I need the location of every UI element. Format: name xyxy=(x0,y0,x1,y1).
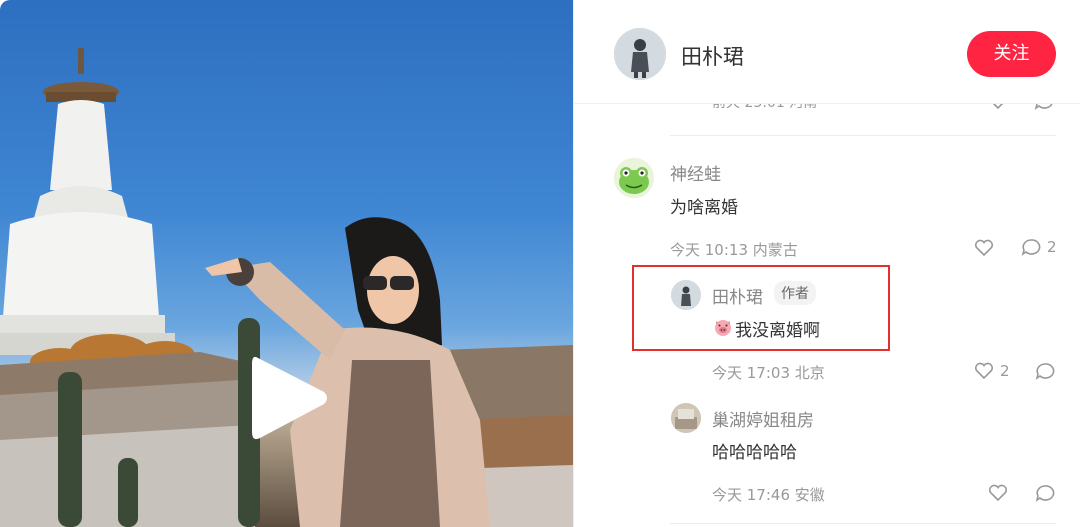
reply-like-button[interactable]: 2 xyxy=(974,362,1010,380)
comment-panel: 田朴珺 关注 前天 23:01 河南 神经蛙 为啥离婚 今天 10:13 内蒙古 xyxy=(573,0,1080,527)
author-avatar-image xyxy=(614,28,666,80)
reply-meta: 今天 17:46 安徽 xyxy=(712,486,825,504)
comment-meta: 今天 10:13 内蒙古 xyxy=(670,241,798,259)
frog-avatar-image xyxy=(614,158,654,198)
play-icon xyxy=(252,356,327,440)
like-count: 2 xyxy=(1000,362,1010,380)
author-header: 田朴珺 关注 xyxy=(574,0,1080,104)
reply-reply-button[interactable] xyxy=(1035,362,1055,380)
comment-bubble-icon xyxy=(1035,485,1055,502)
comment-avatar[interactable] xyxy=(614,158,654,198)
comment-text: 为啥离婚 xyxy=(670,198,738,218)
comment-divider xyxy=(670,135,1056,136)
reply-text: 哈哈哈哈哈 xyxy=(712,443,797,463)
comment-like-button[interactable] xyxy=(974,239,994,257)
video-cover[interactable] xyxy=(0,0,573,527)
heart-outline-icon xyxy=(974,362,994,380)
comment-username[interactable]: 神经蛙 xyxy=(670,160,721,185)
reply-reply-button[interactable] xyxy=(1035,484,1055,502)
reply-username[interactable]: 巢湖婷姐租房 xyxy=(712,406,814,431)
author-avatar[interactable] xyxy=(614,28,666,80)
cover-illustration xyxy=(0,48,573,527)
reply-like-button[interactable] xyxy=(988,484,1008,502)
reply-meta: 今天 17:03 北京 xyxy=(712,364,825,382)
reply-count: 2 xyxy=(1047,238,1057,256)
author-name[interactable]: 田朴珺 xyxy=(681,41,744,71)
play-button[interactable] xyxy=(250,352,330,444)
highlight-annotation-box xyxy=(632,265,890,351)
heart-outline-icon xyxy=(974,239,994,257)
comment-reply-button[interactable]: 2 xyxy=(1021,238,1057,256)
follow-button[interactable]: 关注 xyxy=(967,31,1056,77)
user-avatar-image xyxy=(671,403,701,433)
white-stupa xyxy=(0,48,175,355)
comment-bubble-icon xyxy=(1021,239,1041,256)
heart-outline-icon xyxy=(988,484,1008,502)
comment-bubble-icon xyxy=(1035,363,1055,380)
comment-divider xyxy=(670,523,1056,524)
reply-avatar[interactable] xyxy=(671,403,701,433)
